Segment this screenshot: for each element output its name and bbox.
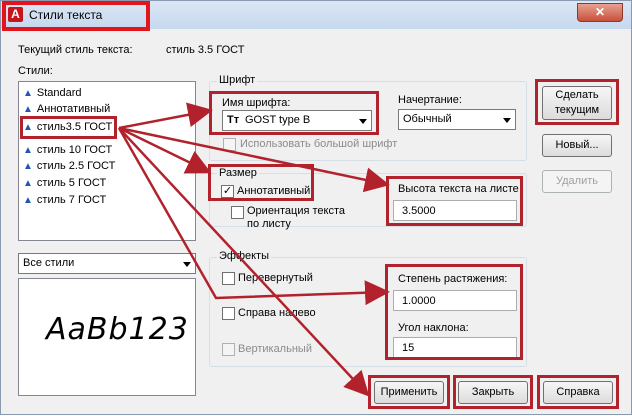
upside-down-label: Перевернутый [238, 272, 313, 284]
list-item[interactable]: ▲ Standard [23, 87, 82, 103]
vertical-checkbox[interactable] [222, 343, 235, 356]
text-height-highlight [386, 176, 523, 226]
current-style-label: Текущий стиль текста: [18, 44, 133, 56]
list-item-label: Standard [36, 87, 82, 99]
chevron-down-icon [183, 262, 191, 267]
apply-highlight [368, 375, 450, 409]
current-style-value: стиль 3.5 ГОСТ [166, 44, 245, 56]
close-highlight [453, 375, 533, 409]
style-filter-dropdown[interactable]: Все стили [18, 253, 196, 274]
backwards-label: Справа налево [238, 307, 316, 319]
orientation-label-line2: по листу [247, 218, 291, 230]
text-style-icon: ▲ [23, 88, 33, 99]
list-item[interactable]: ▲ стиль 7 ГОСТ [23, 194, 106, 210]
list-item[interactable]: ▲ стиль 2.5 ГОСТ [23, 160, 115, 176]
preview-text: AaBb123 [46, 312, 189, 347]
font-name-highlight [209, 91, 379, 135]
selected-style-highlight [20, 116, 117, 139]
text-style-dialog: A Стили текста ✕ Текущий стиль текста: с… [0, 0, 632, 415]
list-item-label: Аннотативный [36, 103, 111, 115]
text-style-icon: ▲ [23, 161, 33, 172]
vertical-label: Вертикальный [238, 343, 312, 355]
chevron-down-icon [503, 118, 511, 123]
backwards-checkbox[interactable] [222, 307, 235, 320]
upside-down-checkbox[interactable] [222, 272, 235, 285]
bigfont-checkbox[interactable] [223, 138, 236, 151]
list-item[interactable]: ▲ стиль 10 ГОСТ [23, 144, 112, 160]
title-highlight-frame [2, 1, 150, 31]
list-item-label: стиль 7 ГОСТ [36, 194, 107, 206]
effects-group-label: Эффекты [217, 250, 272, 262]
text-style-icon: ▲ [23, 195, 33, 206]
bigfont-label: Использовать большой шрифт [240, 138, 398, 150]
new-style-button[interactable]: Новый... [542, 134, 612, 157]
font-style-label: Начертание: [398, 94, 462, 106]
style-preview: AaBb123 [18, 278, 196, 396]
help-highlight [537, 375, 619, 409]
styles-list[interactable]: ▲ Standard ▲ Аннотативный ▲ стиль3.5 ГОСТ ▲… [18, 81, 196, 241]
close-window-button[interactable]: ✕ [577, 3, 623, 22]
style-filter-value: Все стили [23, 257, 75, 269]
orientation-checkbox[interactable] [231, 206, 244, 219]
font-style-value: Обычный [403, 113, 452, 125]
list-item[interactable]: ▲ стиль 5 ГОСТ [23, 177, 106, 193]
font-style-dropdown[interactable]: Обычный [398, 109, 516, 130]
orientation-label-line1: Ориентация текста [247, 205, 346, 217]
styles-label: Стили: [18, 65, 53, 77]
size-highlight [208, 164, 314, 201]
list-item-label: стиль 5 ГОСТ [36, 177, 107, 189]
list-item-label: стиль 2.5 ГОСТ [36, 160, 116, 172]
list-item-label: стиль 10 ГОСТ [36, 144, 113, 156]
delete-style-button[interactable]: Удалить [542, 170, 612, 193]
font-group-label: Шрифт [217, 74, 258, 86]
text-style-icon: ▲ [23, 145, 33, 156]
set-current-highlight [535, 79, 619, 125]
effects-values-highlight [385, 264, 523, 360]
text-style-icon: ▲ [23, 104, 33, 115]
text-style-icon: ▲ [23, 178, 33, 189]
